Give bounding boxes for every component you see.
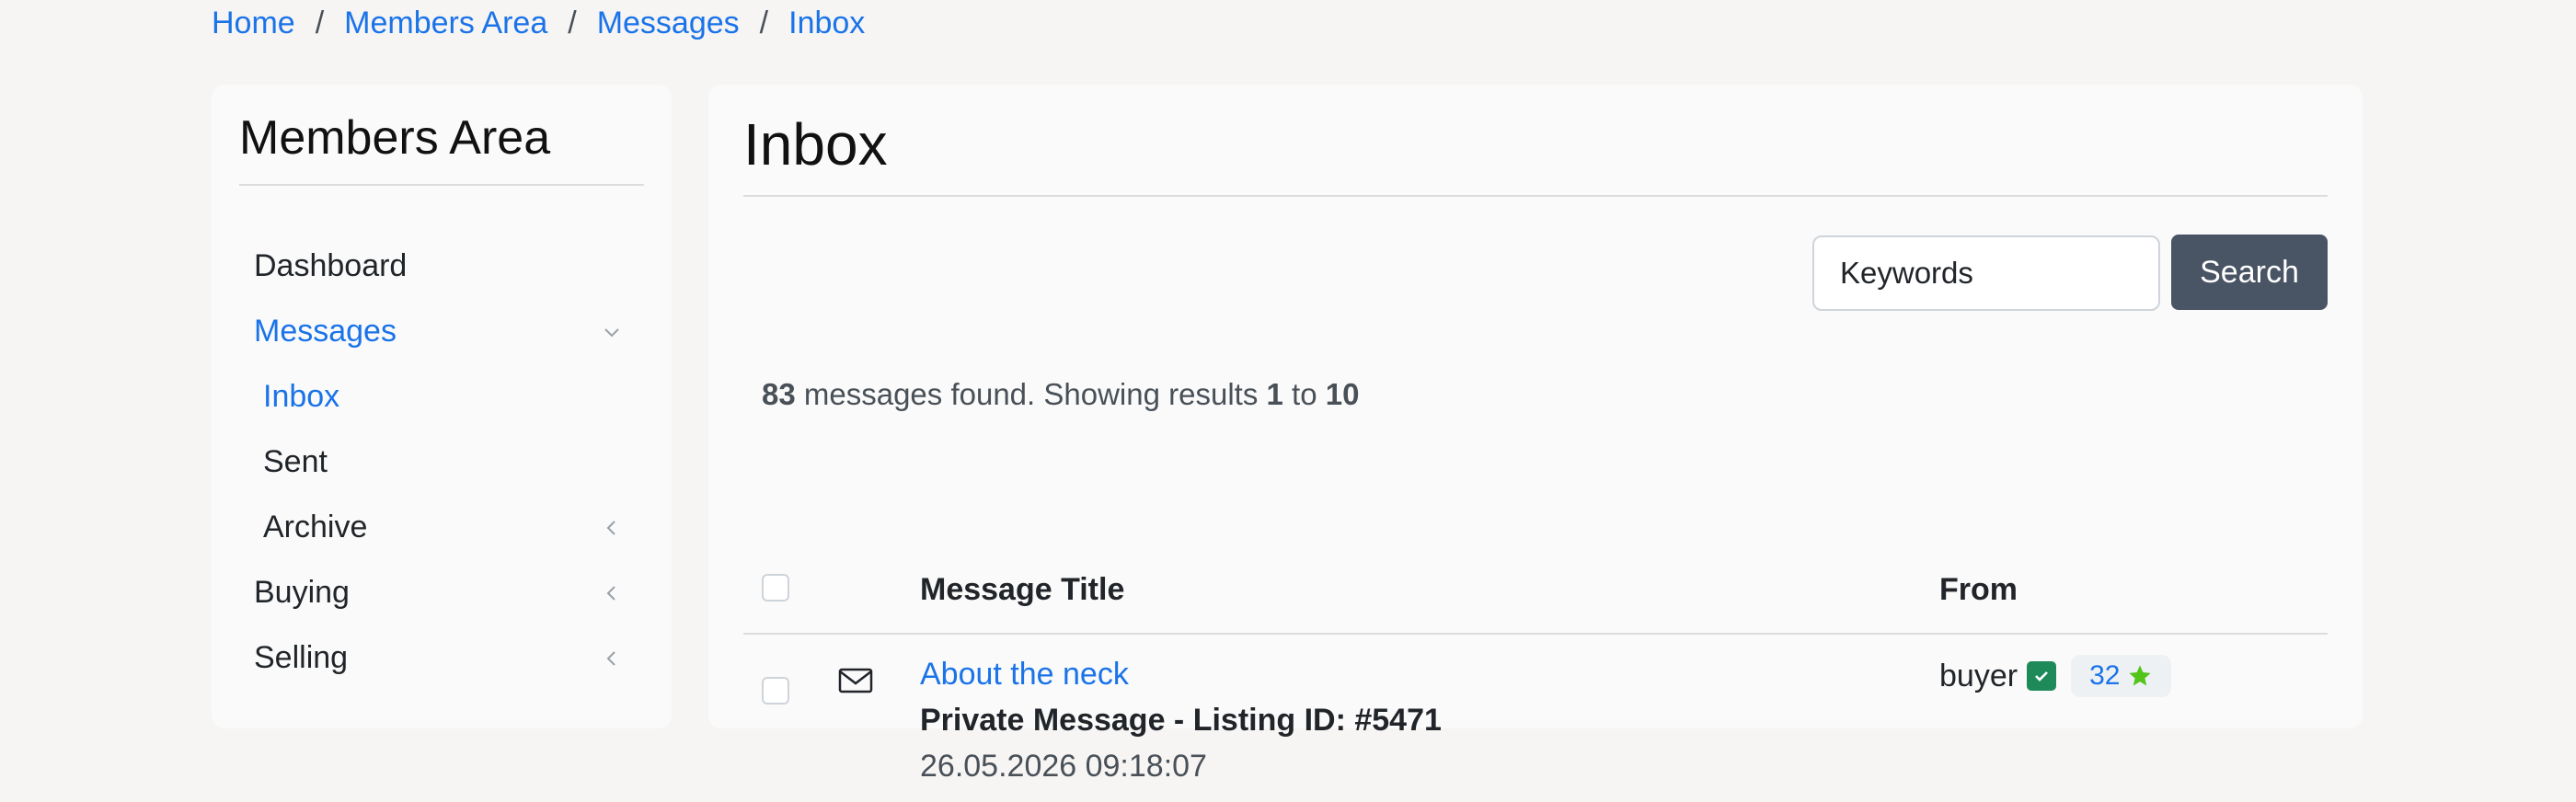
sidebar-item-selling[interactable]: Selling	[254, 625, 640, 691]
breadcrumb-separator: /	[315, 6, 325, 40]
breadcrumb: Home / Members Area / Messages / Inbox	[212, 6, 865, 41]
message-title-link[interactable]: About the neck	[920, 657, 1129, 693]
results-summary: 83 messages found. Showing results 1 to …	[762, 377, 1359, 412]
sidebar-item-label: Sent	[263, 444, 328, 479]
results-to: 10	[1325, 377, 1360, 411]
breadcrumb-messages[interactable]: Messages	[597, 6, 740, 41]
main-panel: Inbox Search 83 messages found. Showing …	[708, 85, 2363, 784]
sidebar-item-label: Archive	[263, 510, 368, 544]
search-input[interactable]	[1812, 235, 2160, 311]
message-date: 26.05.2026 09:18:07	[920, 749, 1207, 784]
rating-badge[interactable]: 32	[2071, 655, 2172, 697]
column-header-from: From	[1939, 572, 2018, 607]
sidebar-item-buying[interactable]: Buying	[254, 560, 640, 625]
results-text: to	[1282, 377, 1326, 411]
breadcrumb-separator: /	[759, 6, 769, 40]
sidebar-item-label: Dashboard	[254, 248, 408, 283]
message-subtitle: Private Message - Listing ID: #5471	[920, 703, 1442, 738]
chevron-left-icon	[606, 520, 615, 535]
sidebar-item-label: Messages	[254, 314, 397, 349]
sidebar-menu: Dashboard Messages Inbox Sent Archive Bu…	[254, 234, 640, 691]
sidebar-item-archive[interactable]: Archive	[254, 495, 640, 560]
breadcrumb-separator: /	[568, 6, 577, 40]
search-button[interactable]: Search	[2171, 235, 2328, 310]
sidebar-item-label: Selling	[254, 640, 349, 675]
verified-check-icon	[2027, 661, 2057, 691]
results-count: 83	[762, 377, 796, 411]
sidebar-item-dashboard[interactable]: Dashboard	[254, 234, 640, 299]
sidebar-item-label: Buying	[254, 575, 350, 610]
table-header: Message Title From	[743, 544, 2328, 635]
sidebar: Members Area Dashboard Messages Inbox Se…	[212, 85, 672, 728]
breadcrumb-inbox[interactable]: Inbox	[788, 6, 865, 41]
results-from: 1	[1266, 377, 1283, 411]
sidebar-item-inbox[interactable]: Inbox	[254, 364, 640, 430]
chevron-down-icon	[604, 327, 619, 337]
sidebar-item-sent[interactable]: Sent	[254, 430, 640, 495]
title-divider	[743, 195, 2328, 197]
table-row: About the neck Private Message - Listing…	[743, 636, 2328, 802]
column-header-title: Message Title	[920, 572, 1125, 607]
envelope-icon	[838, 668, 873, 693]
page-title: Inbox	[743, 111, 888, 178]
sidebar-divider	[239, 184, 644, 186]
breadcrumb-home[interactable]: Home	[212, 6, 295, 41]
star-icon	[2129, 665, 2152, 686]
row-checkbox[interactable]	[762, 677, 789, 705]
select-all-checkbox[interactable]	[762, 574, 789, 602]
sidebar-item-messages[interactable]: Messages	[254, 299, 640, 364]
results-text: messages found. Showing results	[795, 377, 1267, 411]
sidebar-item-label: Inbox	[263, 379, 340, 414]
message-from: buyer 32	[1939, 655, 2172, 697]
sidebar-title: Members Area	[239, 111, 551, 165]
sender-name: buyer	[1939, 658, 2018, 693]
rating-count: 32	[2089, 660, 2121, 691]
chevron-left-icon	[606, 585, 615, 601]
chevron-left-icon	[606, 650, 615, 666]
breadcrumb-members-area[interactable]: Members Area	[344, 6, 547, 41]
